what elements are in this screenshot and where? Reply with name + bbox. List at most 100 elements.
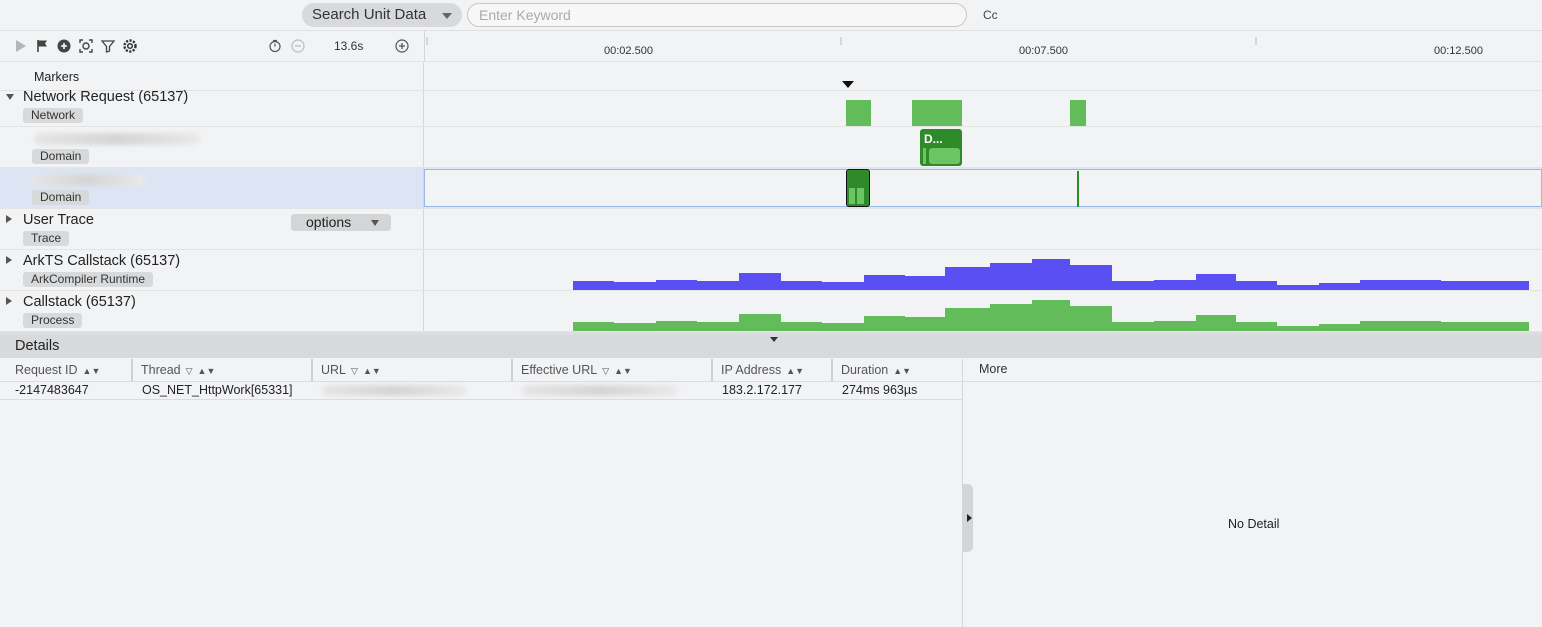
markers-label-cell: Markers bbox=[0, 62, 424, 90]
ruler-tick-label: 00:02.500 bbox=[604, 45, 653, 57]
search-type-dropdown[interactable]: Search Unit Data bbox=[302, 3, 462, 27]
side-panel-toggle[interactable] bbox=[962, 484, 973, 552]
sort-icon[interactable]: ▲▼ bbox=[893, 360, 911, 382]
redacted-domain-name bbox=[30, 174, 145, 186]
target-icon[interactable] bbox=[56, 38, 72, 54]
ruler-tick-label: 00:12.500 bbox=[1434, 45, 1483, 57]
arkts-label-cell: ArkTS Callstack (65137) ArkCompiler Runt… bbox=[0, 250, 424, 290]
collapse-panel-icon[interactable] bbox=[770, 337, 778, 342]
network-slice[interactable] bbox=[1070, 100, 1086, 126]
filter-icon[interactable]: ▽ bbox=[186, 360, 193, 382]
column-label: Effective URL bbox=[521, 363, 598, 377]
track-tag: Domain bbox=[32, 190, 90, 205]
track-arkts-callstack[interactable]: ArkTS Callstack (65137) ArkCompiler Runt… bbox=[0, 250, 1542, 291]
search-type-label: Search Unit Data bbox=[312, 6, 427, 23]
track-callstack[interactable]: Callstack (65137) Process bbox=[0, 291, 1542, 332]
sort-icon[interactable]: ▲▼ bbox=[198, 360, 216, 382]
redacted-effective-url bbox=[522, 385, 678, 396]
sort-icon[interactable]: ▲▼ bbox=[786, 360, 804, 382]
reset-zoom-icon[interactable] bbox=[267, 38, 283, 54]
more-panel-header bbox=[962, 359, 1542, 382]
network-label-cell: Network Request (65137) Network bbox=[0, 89, 424, 126]
cell-thread[interactable]: OS_NET_HttpWork[65331] bbox=[142, 383, 293, 397]
filter-icon[interactable]: ▽ bbox=[602, 360, 609, 382]
marker-flag-icon[interactable] bbox=[842, 81, 854, 89]
track-title: User Trace bbox=[23, 212, 94, 228]
network-slice[interactable] bbox=[912, 100, 962, 126]
ruler-ticks bbox=[426, 37, 1257, 45]
column-header-url[interactable]: URL ▽ ▲▼ bbox=[313, 359, 513, 381]
slice-label: D... bbox=[924, 132, 943, 146]
match-case-button[interactable]: Cc bbox=[983, 8, 998, 22]
zoom-in-icon[interactable] bbox=[394, 38, 410, 54]
chevron-right-icon bbox=[967, 514, 972, 522]
markers-row[interactable]: Markers bbox=[0, 62, 1542, 91]
search-input[interactable] bbox=[467, 3, 967, 27]
column-label: URL bbox=[321, 363, 347, 377]
callstack-cpu-area-chart[interactable] bbox=[424, 291, 1542, 331]
track-tag: ArkCompiler Runtime bbox=[23, 272, 154, 287]
zoom-level: 13.6s bbox=[334, 39, 364, 53]
sort-icon[interactable]: ▲▼ bbox=[614, 360, 632, 382]
sort-icon[interactable]: ▲▼ bbox=[363, 360, 381, 382]
column-label: Duration bbox=[841, 363, 889, 377]
more-label: More bbox=[979, 362, 1008, 376]
no-detail-text: No Detail bbox=[1228, 517, 1280, 531]
flag-icon[interactable] bbox=[35, 38, 51, 54]
track-user-trace[interactable]: User Trace Trace bbox=[0, 209, 1542, 250]
details-title: Details bbox=[15, 338, 60, 354]
cell-ip-address[interactable]: 183.2.172.177 bbox=[722, 383, 802, 397]
track-title: Callstack (65137) bbox=[23, 294, 136, 310]
chevron-down-icon bbox=[371, 220, 379, 226]
redacted-domain-name bbox=[34, 133, 200, 145]
arkts-cpu-area-chart[interactable] bbox=[424, 250, 1542, 290]
column-header-effective-url[interactable]: Effective URL ▽ ▲▼ bbox=[513, 359, 713, 381]
expand-arrow-icon[interactable] bbox=[6, 94, 14, 100]
expand-arrow-icon[interactable] bbox=[6, 297, 12, 305]
track-title: ArkTS Callstack (65137) bbox=[23, 253, 181, 269]
track-tag: Domain bbox=[32, 149, 90, 164]
column-label: Thread bbox=[141, 363, 181, 377]
capture-icon[interactable] bbox=[78, 38, 94, 54]
track-domain[interactable]: Domain D... bbox=[0, 127, 1542, 168]
cell-duration[interactable]: 274ms 963µs bbox=[842, 383, 917, 397]
expand-arrow-icon[interactable] bbox=[6, 215, 12, 223]
track-tag: Network bbox=[23, 108, 84, 123]
domain-label-cell: Domain bbox=[0, 168, 424, 208]
column-label: Request ID bbox=[15, 363, 78, 377]
selection-frame bbox=[424, 169, 1542, 207]
options-label: options bbox=[306, 214, 352, 230]
play-icon[interactable] bbox=[13, 38, 29, 54]
selected-domain-slice[interactable] bbox=[846, 169, 870, 207]
time-ruler[interactable] bbox=[424, 31, 1542, 62]
track-tag: Process bbox=[23, 313, 83, 328]
column-header-request-id[interactable]: Request ID ▲▼ bbox=[7, 359, 133, 381]
track-domain-selected[interactable]: Domain bbox=[0, 168, 1542, 209]
track-title: Network Request (65137) bbox=[23, 89, 189, 105]
zoom-out-icon[interactable] bbox=[290, 38, 306, 54]
filter-icon[interactable] bbox=[100, 38, 116, 54]
more-panel bbox=[962, 359, 1542, 627]
column-header-duration[interactable]: Duration ▲▼ bbox=[833, 359, 962, 381]
domain-slice[interactable]: D... bbox=[920, 129, 962, 166]
row-divider bbox=[0, 399, 962, 400]
domain-slice[interactable] bbox=[1077, 171, 1079, 207]
options-dropdown[interactable]: options bbox=[291, 214, 391, 231]
markers-title: Markers bbox=[34, 70, 80, 84]
network-slice[interactable] bbox=[846, 100, 871, 126]
callstack-label-cell: Callstack (65137) Process bbox=[0, 291, 424, 331]
track-network-request[interactable]: Network Request (65137) Network bbox=[0, 89, 1542, 127]
column-header-thread[interactable]: Thread ▽ ▲▼ bbox=[133, 359, 313, 381]
track-tag: Trace bbox=[23, 231, 70, 246]
sort-icon[interactable]: ▲▼ bbox=[83, 360, 101, 382]
redacted-url bbox=[322, 385, 466, 396]
cell-request-id[interactable]: -2147483647 bbox=[15, 383, 89, 397]
domain-label-cell: Domain bbox=[0, 127, 424, 167]
ruler-tick-label: 00:07.500 bbox=[1019, 45, 1068, 57]
filter-icon[interactable]: ▽ bbox=[351, 360, 358, 382]
chevron-down-icon bbox=[442, 13, 452, 19]
expand-arrow-icon[interactable] bbox=[6, 256, 12, 264]
column-label: IP Address bbox=[721, 363, 782, 377]
column-header-ip-address[interactable]: IP Address ▲▼ bbox=[713, 359, 833, 381]
settings-icon[interactable] bbox=[122, 38, 138, 54]
